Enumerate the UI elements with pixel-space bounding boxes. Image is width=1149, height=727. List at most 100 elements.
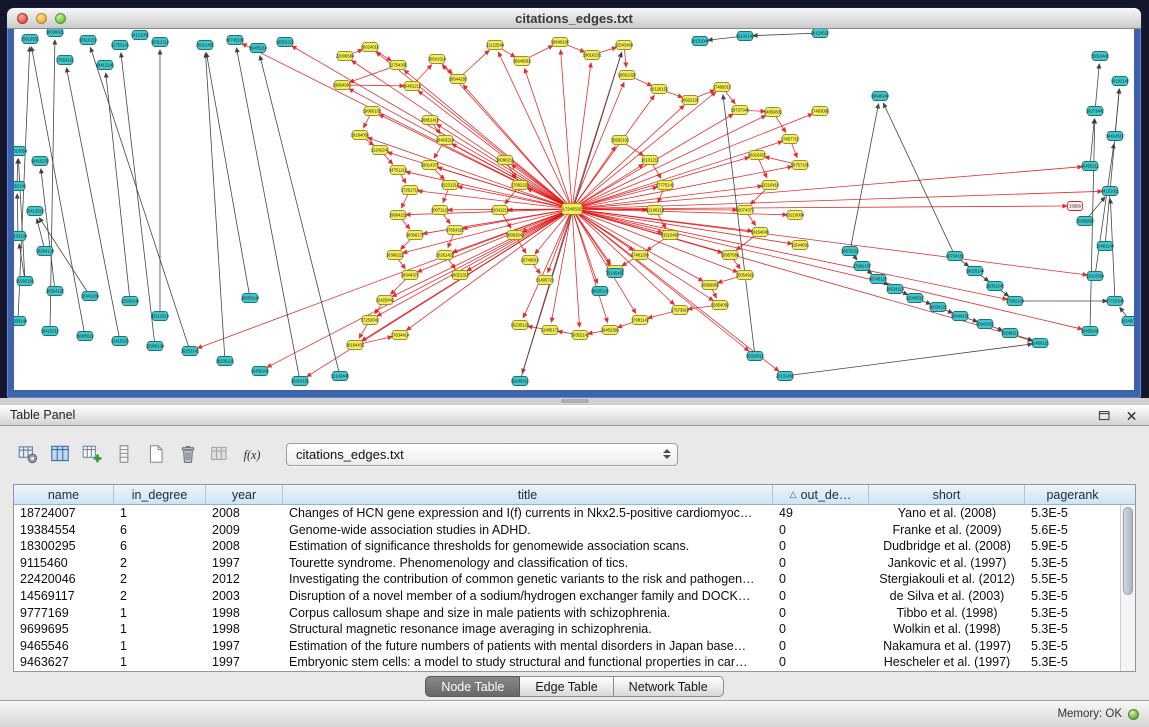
table-cell: Changes of HCN gene expression and I(f) … — [283, 505, 773, 522]
float-panel-icon[interactable] — [1096, 407, 1114, 425]
graph-node-label: 20650144 — [241, 296, 260, 301]
new-table-icon[interactable] — [142, 441, 169, 467]
rows-icon[interactable] — [110, 441, 137, 467]
graph-node-label: 17992104 — [1006, 299, 1025, 304]
table-cell: Genome-wide association studies in ADHD. — [283, 522, 773, 539]
graph-edge — [39, 218, 90, 296]
table-cell: Investigating the contribution of common… — [283, 571, 773, 588]
delete-table-icon[interactable] — [174, 441, 201, 467]
table-row[interactable]: 911546021997Tourette syndrome. Phenomeno… — [14, 555, 1135, 572]
close-window-button[interactable] — [17, 13, 28, 24]
window-titlebar[interactable]: citations_edges.txt — [7, 8, 1141, 29]
table-cell: 1998 — [206, 621, 283, 638]
table-cell: Structural magnetic resonance image aver… — [283, 621, 773, 638]
graph-node-label: 16021310 — [451, 273, 470, 278]
table-scrollbar[interactable] — [1120, 505, 1135, 671]
table-row[interactable]: 1872400712008Changes of HCN gene express… — [14, 505, 1135, 522]
graph-node-label: 11544091 — [791, 243, 810, 248]
graph-node-label: 16403214 — [436, 138, 455, 143]
graph-node-label: 10021455 — [196, 43, 215, 48]
import-table-icon[interactable] — [206, 441, 233, 467]
table-source-select[interactable]: citations_edges.txt — [286, 443, 678, 466]
table-settings-icon[interactable] — [14, 441, 41, 467]
table-cell: 1997 — [206, 654, 283, 671]
graph-node-label: 18035142 — [591, 289, 610, 294]
graph-edge — [525, 69, 572, 209]
graph-edge — [206, 53, 226, 361]
table-cell: 9699695 — [14, 621, 114, 638]
table-row[interactable]: 946554611997Estimation of the future num… — [14, 638, 1135, 655]
tab-edge-table[interactable]: Edge Table — [520, 676, 613, 697]
graph-node-label: 15582101 — [611, 138, 630, 143]
tab-network-table[interactable]: Network Table — [614, 676, 724, 697]
column-header-in_degree[interactable]: in_degree — [114, 485, 206, 504]
graph-node-label: 16235123 — [511, 323, 530, 328]
table-cell: 2003 — [206, 588, 283, 605]
column-header-label: out_de… — [801, 488, 852, 502]
graph-edge — [418, 91, 572, 209]
table-cell: Disruption of a novel member of a sodium… — [283, 588, 773, 605]
graph-node-label: 13216419 — [761, 183, 780, 188]
close-panel-icon[interactable] — [1123, 407, 1141, 425]
function-builder-icon[interactable]: f(x) — [238, 441, 265, 467]
graph-node-label: 13102144 — [14, 234, 28, 239]
add-column-icon[interactable] — [78, 441, 105, 467]
table-row[interactable]: 946362711997Embryonic stem cells: a mode… — [14, 654, 1135, 671]
table-row[interactable]: 1456911722003Disruption of a novel membe… — [14, 588, 1135, 605]
graph-node-label: 16366211 — [386, 253, 405, 258]
graph-edge — [785, 344, 1032, 376]
graph-node-label: 19245110 — [1001, 331, 1020, 336]
graph-node-label: 19273442 — [1086, 109, 1105, 114]
graph-node-label: 16016427 — [748, 153, 767, 158]
table-row[interactable]: 1938455462009Genome-wide association stu… — [14, 522, 1135, 539]
table-row[interactable]: 2242004622012Investigating the contribut… — [14, 571, 1135, 588]
graph-node-label: 18452391 — [601, 328, 620, 333]
table-cell: 2008 — [206, 538, 283, 555]
column-header-label: title — [518, 488, 537, 502]
graph-node-label: 16734151 — [946, 254, 965, 259]
network-view[interactable]: 1724053222006584180240101275430519804081… — [14, 29, 1134, 390]
graph-node-label: 10112514 — [151, 314, 170, 319]
graph-node-label: 18090211 — [496, 158, 515, 163]
zoom-window-button[interactable] — [55, 13, 66, 24]
graph-node-label: 92450121 — [1031, 341, 1050, 346]
table-cell: 5.6E-5 — [1025, 522, 1120, 539]
graph-node-label: 15610442 — [1091, 54, 1110, 59]
table-row[interactable]: 969969511998Structural magnetic resonanc… — [14, 621, 1135, 638]
graph-node-label: 15352241 — [14, 184, 27, 189]
graph-edge — [452, 144, 572, 209]
graph-node-label: 17654320 — [446, 228, 465, 233]
column-header-name[interactable]: name — [14, 485, 114, 504]
table-cell: 0 — [773, 654, 869, 671]
graph-edge — [17, 194, 18, 236]
table-cell: 1997 — [206, 555, 283, 572]
table-row[interactable]: 1830029562008Estimation of significance … — [14, 538, 1135, 555]
columns-icon[interactable] — [46, 441, 73, 467]
table-cell: 49 — [773, 505, 869, 522]
graph-node-label: 12010554 — [1086, 274, 1105, 279]
column-header-title[interactable]: title — [283, 485, 773, 504]
node-table: namein_degreeyear title △out_de…shortpager… — [13, 484, 1136, 672]
graph-node-label: 16510214 — [79, 38, 98, 43]
graph-node-label: 18235121 — [216, 359, 235, 364]
column-header-out_de[interactable]: △out_de… — [773, 485, 869, 504]
graph-node-label: 16455212 — [1081, 164, 1100, 169]
graph-node-label: 10481144 — [1096, 244, 1115, 249]
tab-node-table[interactable]: Node Table — [425, 676, 520, 697]
column-header-pagerank[interactable]: pagerank — [1025, 485, 1120, 504]
graph-node-label: 17554121 — [56, 58, 75, 63]
column-header-year[interactable]: year — [206, 485, 283, 504]
graph-node-label: 14151011 — [1101, 189, 1120, 194]
graph-node-label: 18014375 — [421, 163, 440, 168]
graph-node-label: 19804081 — [333, 83, 352, 88]
graph-node-label: 12753141 — [111, 43, 130, 48]
graph-edge — [572, 167, 1082, 209]
divider-grip-icon — [561, 399, 589, 403]
minimize-window-button[interactable] — [36, 13, 47, 24]
table-row[interactable]: 977716911998Corpus callosum shape and si… — [14, 605, 1135, 622]
graph-node-label: 20541514 — [428, 57, 447, 62]
network-canvas[interactable]: 1724053222006584180240101275430519804081… — [14, 29, 1134, 390]
column-header-short[interactable]: short — [869, 485, 1025, 504]
table-cell: 1 — [114, 638, 206, 655]
scrollbar-thumb[interactable] — [1123, 507, 1133, 595]
